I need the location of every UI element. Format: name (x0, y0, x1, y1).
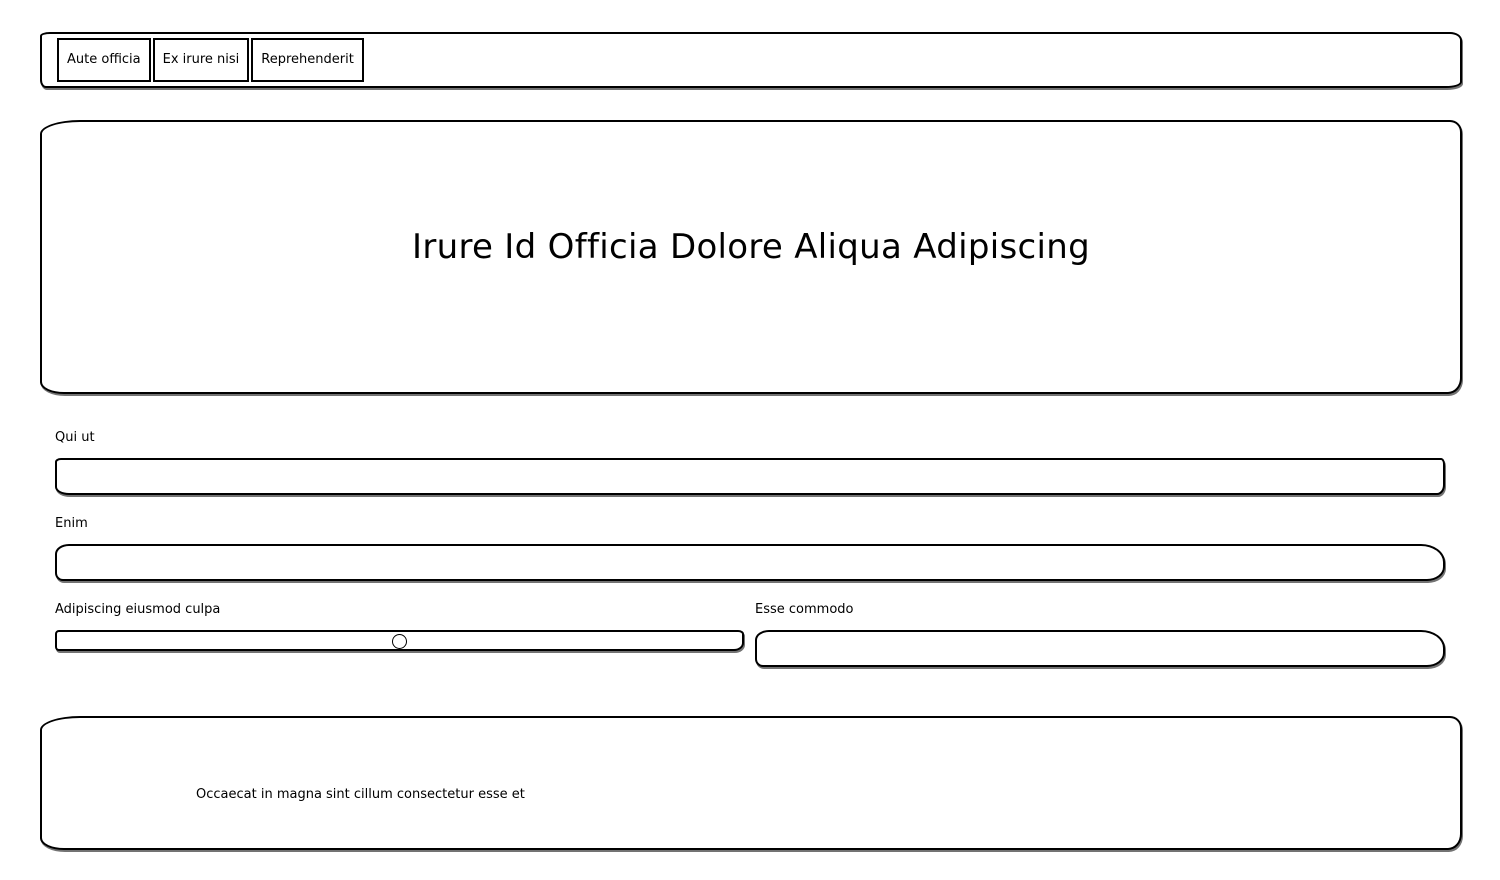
qui-ut-input[interactable] (55, 458, 1445, 495)
nav-tab-ex-irure-nisi[interactable]: Ex irure nisi (152, 38, 250, 82)
esse-commodo-input[interactable] (755, 630, 1445, 667)
nav-tabs: Aute officia Ex irure nisi Reprehenderit (57, 38, 366, 82)
footer-panel: Occaecat in magna sint cillum consectetu… (40, 716, 1462, 850)
hero-title: Irure Id Officia Dolore Aliqua Adipiscin… (412, 227, 1090, 267)
enim-input[interactable] (55, 544, 1445, 581)
nav-tab-reprehenderit[interactable]: Reprehenderit (251, 38, 364, 82)
esse-commodo-label: Esse commodo (755, 602, 854, 617)
adipiscing-slider[interactable] (55, 630, 744, 651)
hero-banner: Irure Id Officia Dolore Aliqua Adipiscin… (40, 120, 1462, 394)
slider-label: Adipiscing eiusmod culpa (55, 602, 221, 617)
enim-label: Enim (55, 516, 88, 531)
footer-text: Occaecat in magna sint cillum consectetu… (196, 787, 525, 802)
nav-tab-aute-officia[interactable]: Aute officia (57, 38, 151, 82)
slider-thumb[interactable] (392, 634, 407, 649)
qui-ut-label: Qui ut (55, 430, 95, 445)
